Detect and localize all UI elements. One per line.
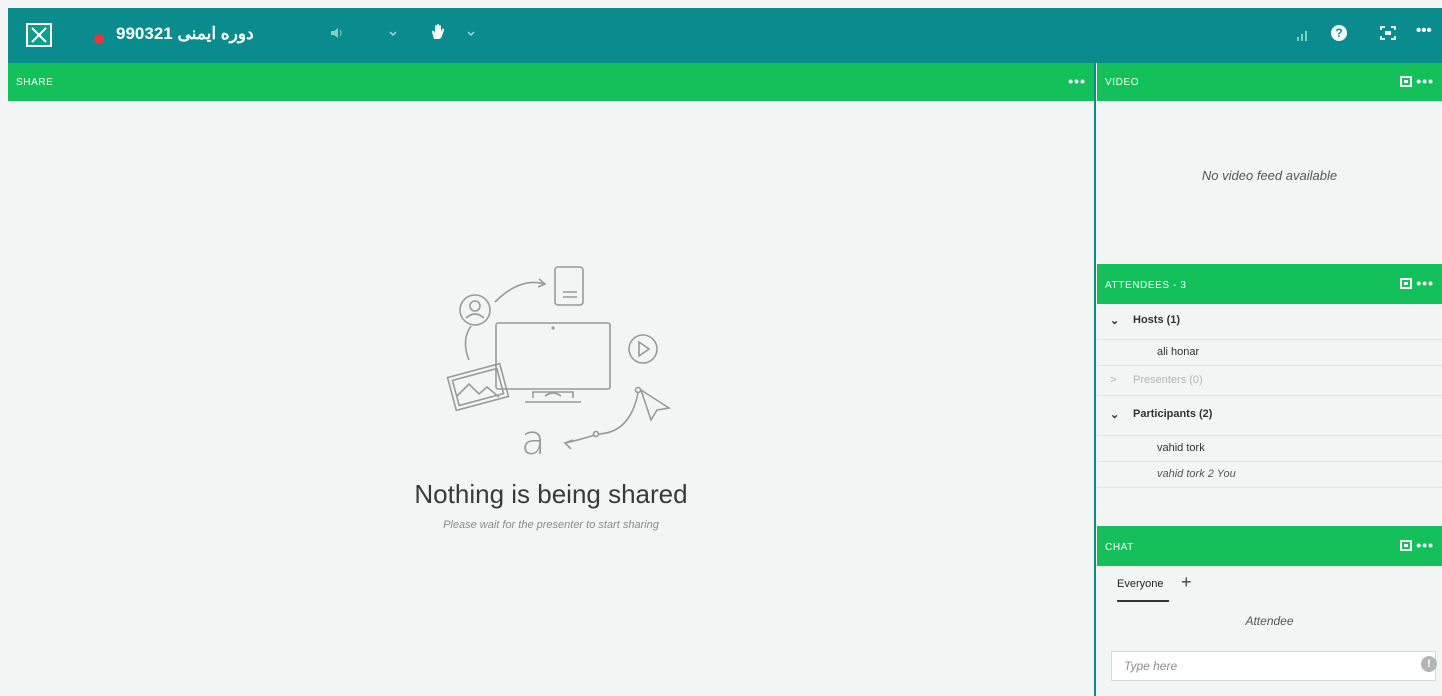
svg-text:a: a	[521, 418, 546, 462]
video-pod-menu-icon[interactable]: •••	[1416, 73, 1434, 89]
video-pod-title: VIDEO	[1105, 77, 1140, 88]
attendees-pod-header: ATTENDEES - 3 •••	[1097, 264, 1442, 304]
share-pod-header: SHARE •••	[8, 63, 1094, 101]
nothing-shared-title: Nothing is being shared	[414, 479, 688, 509]
no-video-message: No video feed available	[1201, 168, 1338, 183]
video-maximize-icon[interactable]	[1400, 76, 1412, 87]
info-icon[interactable]: !	[1421, 656, 1437, 672]
hosts-group-label: Hosts (1)	[1133, 314, 1181, 326]
meeting-topbar: دوره ایمنی 990321 ? •••	[8, 8, 1442, 63]
attendees-list: ⌄ Hosts (1) ali honar > Presenters (0) ⌄…	[1097, 304, 1442, 522]
fullscreen-icon[interactable]	[1380, 26, 1396, 43]
video-pod-body: No video feed available	[1097, 102, 1442, 260]
chat-pod-title: CHAT	[1105, 542, 1134, 553]
meeting-title: دوره ایمنی 990321	[116, 24, 254, 43]
chat-pod-body: Everyone + Attendee !	[1097, 566, 1442, 696]
chat-message-input[interactable]	[1111, 651, 1436, 681]
speaker-chevron-down-icon[interactable]	[388, 26, 398, 42]
recording-indicator-icon	[94, 34, 104, 44]
chevron-down-icon[interactable]: ⌄	[1110, 314, 1119, 327]
nothing-shared-illustration: a	[446, 266, 672, 462]
connection-strength-icon	[1296, 28, 1310, 44]
video-pod-header: VIDEO •••	[1097, 63, 1442, 101]
attendee-name: vahid tork 2 You	[1157, 468, 1236, 480]
attendees-pod-title: ATTENDEES - 3	[1105, 280, 1187, 291]
share-pod-title: SHARE	[16, 77, 54, 88]
chevron-right-icon[interactable]: >	[1110, 374, 1116, 386]
more-options-icon[interactable]: •••	[1416, 22, 1432, 39]
attendees-maximize-icon[interactable]	[1400, 278, 1412, 289]
presenters-group-label: Presenters (0)	[1133, 374, 1203, 386]
hosts-group-row[interactable]: ⌄ Hosts (1)	[1097, 304, 1442, 340]
attendee-row[interactable]: ali honar	[1097, 340, 1442, 366]
app-logo-icon[interactable]	[26, 23, 52, 47]
attendee-name: ali honar	[1157, 346, 1200, 358]
share-pod-body: a Nothing is being shared Please wait fo…	[8, 102, 1094, 696]
attendee-row-self[interactable]: vahid tork 2 You	[1097, 462, 1442, 488]
attendee-row[interactable]: vahid tork	[1097, 436, 1442, 462]
column-divider[interactable]	[1094, 63, 1096, 696]
help-icon[interactable]: ?	[1331, 25, 1347, 41]
attendee-name: vahid tork	[1157, 442, 1205, 454]
raise-hand-chevron-down-icon[interactable]	[466, 26, 476, 42]
active-tab-indicator	[1117, 600, 1169, 602]
chevron-down-icon[interactable]: ⌄	[1110, 408, 1119, 421]
share-pod-menu-icon[interactable]: •••	[1068, 73, 1086, 89]
speaker-icon[interactable]	[330, 26, 344, 43]
attendees-pod-menu-icon[interactable]: •••	[1416, 275, 1434, 291]
raise-hand-icon[interactable]	[429, 23, 447, 44]
participants-group-label: Participants (2)	[1133, 408, 1213, 420]
nothing-shared-subtitle: Please wait for the presenter to start s…	[443, 519, 659, 531]
participants-group-row[interactable]: ⌄ Participants (2)	[1097, 396, 1442, 436]
chat-tab-everyone[interactable]: Everyone	[1117, 578, 1163, 590]
chat-pod-menu-icon[interactable]: •••	[1416, 537, 1434, 553]
chat-maximize-icon[interactable]	[1400, 540, 1412, 551]
chat-section-label: Attendee	[1245, 614, 1294, 628]
add-chat-tab-button[interactable]: +	[1181, 572, 1192, 593]
chat-pod-header: CHAT •••	[1097, 526, 1442, 566]
presenters-group-row[interactable]: > Presenters (0)	[1097, 366, 1442, 396]
